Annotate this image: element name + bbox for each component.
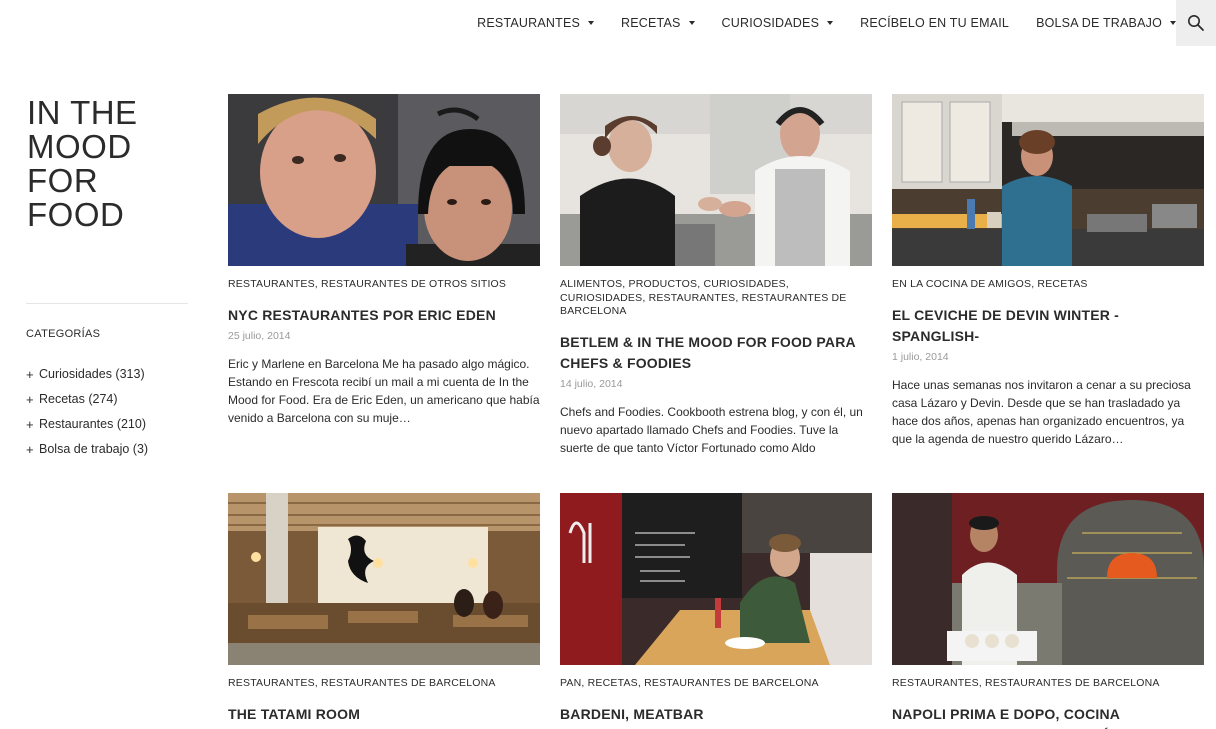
site-title[interactable]: IN THE MOOD FOR FOOD — [27, 96, 187, 232]
category-label: Recetas (274) — [39, 392, 118, 406]
selfie-photo — [228, 94, 540, 266]
nav-item-curiosidades[interactable]: CURIOSIDADES — [722, 16, 834, 30]
post-categories[interactable]: EN LA COCINA DE AMIGOS, RECETAS — [892, 278, 1204, 292]
post-categories[interactable]: RESTAURANTES, RESTAURANTES DE BARCELONA — [892, 677, 1204, 691]
post-title[interactable]: BARDENI, MEATBAR — [560, 704, 872, 725]
category-label: Curiosidades (313) — [39, 367, 145, 381]
post-card: RESTAURANTES, RESTAURANTES DE OTROS SITI… — [228, 94, 540, 427]
plus-icon: + — [26, 367, 34, 382]
chefs-photo — [560, 94, 872, 266]
top-navigation: RESTAURANTES RECETAS CURIOSIDADES RECÍBE… — [0, 0, 1216, 46]
post-excerpt: Chefs and Foodies. Cookbooth estrena blo… — [560, 404, 863, 455]
site-title-line: MOOD — [27, 128, 132, 165]
plus-icon: + — [26, 392, 34, 407]
plus-icon: + — [26, 442, 34, 457]
post-date[interactable]: 25 julio, 2014 — [228, 330, 540, 342]
post-card: ALIMENTOS, PRODUCTOS, CURIOSIDADES, CURI… — [560, 94, 872, 457]
category-label: Restaurantes (210) — [39, 417, 147, 431]
post-thumbnail[interactable] — [228, 94, 540, 266]
meatbar-photo — [560, 493, 872, 665]
nav-item-label: RECÍBELO EN TU EMAIL — [860, 16, 1010, 30]
categories-list: + Curiosidades (313) + Recetas (274) + R… — [26, 362, 148, 462]
search-icon — [1188, 15, 1204, 31]
post-excerpt: Hace unas semanas nos invitaron a cenar … — [892, 377, 1191, 446]
post-title[interactable]: NAPOLI PRIMA E DOPO, COCINA TRADICIONAL … — [892, 704, 1204, 729]
category-item-bolsa-de-trabajo[interactable]: + Bolsa de trabajo (3) — [26, 437, 148, 462]
kitchen-photo — [892, 94, 1204, 266]
post-categories[interactable]: RESTAURANTES, RESTAURANTES DE OTROS SITI… — [228, 278, 540, 292]
nav-menu: RESTAURANTES RECETAS CURIOSIDADES RECÍBE… — [450, 0, 1176, 46]
post-date[interactable]: 14 julio, 2014 — [560, 378, 872, 390]
post-date[interactable]: 1 julio, 2014 — [892, 351, 1204, 363]
plus-icon: + — [26, 417, 34, 432]
post-categories[interactable]: RESTAURANTES, RESTAURANTES DE BARCELONA — [228, 677, 540, 691]
nav-item-restaurantes[interactable]: RESTAURANTES — [477, 16, 595, 30]
category-item-curiosidades[interactable]: + Curiosidades (313) — [26, 362, 148, 387]
category-item-recetas[interactable]: + Recetas (274) — [26, 387, 148, 412]
caret-down-icon — [588, 21, 595, 25]
post-excerpt: Eric y Marlene en Barcelona Me ha pasado… — [228, 356, 540, 425]
nav-item-bolsa-de-trabajo[interactable]: BOLSA DE TRABAJO — [1036, 16, 1176, 30]
site-title-line: FOR — [27, 162, 99, 199]
post-thumbnail[interactable] — [892, 94, 1204, 266]
post-thumbnail[interactable] — [228, 493, 540, 665]
category-label: Bolsa de trabajo (3) — [39, 442, 149, 456]
nav-item-label: RESTAURANTES — [477, 16, 581, 30]
nav-item-label: CURIOSIDADES — [721, 16, 820, 30]
nav-item-label: RECETAS — [621, 16, 681, 30]
post-card: PAN, RECETAS, RESTAURANTES DE BARCELONA … — [560, 493, 872, 725]
post-card: RESTAURANTES, RESTAURANTES DE BARCELONA … — [892, 493, 1204, 729]
nav-item-recibelo-email[interactable]: RECÍBELO EN TU EMAIL — [860, 16, 1009, 30]
post-thumbnail[interactable] — [560, 493, 872, 665]
pizza-oven-photo — [892, 493, 1204, 665]
tatami-room-photo — [228, 493, 540, 665]
post-title[interactable]: BETLEM & IN THE MOOD FOR FOOD PARA CHEFS… — [560, 332, 872, 374]
post-title[interactable]: THE TATAMI ROOM — [228, 704, 540, 725]
category-item-restaurantes[interactable]: + Restaurantes (210) — [26, 412, 148, 437]
post-thumbnail[interactable] — [560, 94, 872, 266]
search-button[interactable] — [1176, 0, 1216, 46]
post-card: RESTAURANTES, RESTAURANTES DE BARCELONA … — [228, 493, 540, 725]
post-thumbnail[interactable] — [892, 493, 1204, 665]
categories-heading: CATEGORÍAS — [26, 328, 101, 340]
post-title[interactable]: EL CEVICHE DE DEVIN WINTER -SPANGLISH- — [892, 305, 1204, 347]
nav-item-recetas[interactable]: RECETAS — [621, 16, 695, 30]
sidebar-divider — [26, 303, 188, 304]
site-title-line: FOOD — [27, 196, 125, 233]
caret-down-icon — [827, 21, 834, 25]
site-title-line: IN THE — [27, 94, 138, 131]
post-categories[interactable]: PAN, RECETAS, RESTAURANTES DE BARCELONA — [560, 677, 872, 691]
caret-down-icon — [688, 21, 695, 25]
nav-item-label: BOLSA DE TRABAJO — [1036, 16, 1162, 30]
post-categories[interactable]: ALIMENTOS, PRODUCTOS, CURIOSIDADES, CURI… — [560, 278, 872, 319]
post-title[interactable]: NYC RESTAURANTES POR ERIC EDEN — [228, 305, 540, 326]
post-card: EN LA COCINA DE AMIGOS, RECETAS EL CEVIC… — [892, 94, 1204, 448]
